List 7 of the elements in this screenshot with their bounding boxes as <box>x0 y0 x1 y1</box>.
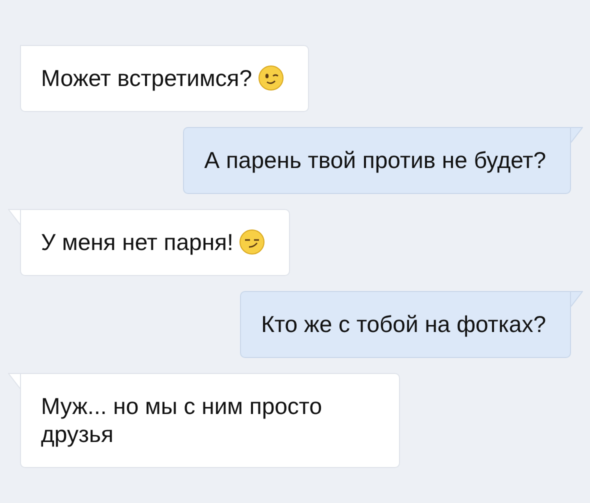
received-message: Муж... но мы с ним просто друзья <box>20 373 400 468</box>
sent-message: Кто же с тобой на фотках? <box>240 291 571 358</box>
received-message: Может встретимся? <box>20 45 310 112</box>
sent-message: А парень твой против не будет? <box>183 127 571 194</box>
smirking-face-icon <box>239 229 266 255</box>
received-message: У меня нет парня! <box>20 209 290 276</box>
winking-face-icon <box>258 65 284 91</box>
